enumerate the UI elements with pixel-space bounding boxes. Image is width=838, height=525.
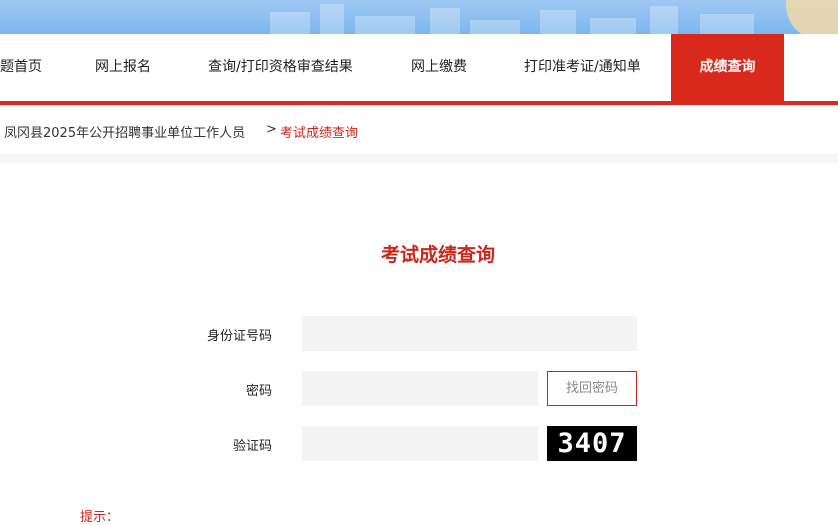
breadcrumb: 凤冈县2025年公开招聘事业单位工作人员 > 考试成绩查询	[0, 105, 838, 154]
nav-item-online-registration[interactable]: 网上报名	[95, 34, 151, 101]
recover-password-button[interactable]: 找回密码	[547, 371, 637, 406]
nav-item-print-admission-ticket[interactable]: 打印准考证/通知单	[524, 34, 641, 101]
nav-item-qualification-results[interactable]: 查询/打印资格审查结果	[208, 34, 353, 101]
header-banner	[0, 0, 838, 34]
breadcrumb-divider	[0, 154, 838, 163]
id-number-input[interactable]	[302, 316, 637, 351]
id-number-label: 身份证号码	[206, 329, 272, 344]
tip-label: 提示：	[80, 510, 120, 525]
nav-item-score-query[interactable]: 成绩查询	[671, 34, 784, 101]
captcha-input[interactable]	[302, 426, 538, 461]
password-label: 密码	[245, 384, 272, 399]
breadcrumb-separator: >	[266, 122, 277, 137]
captcha-label: 验证码	[232, 439, 272, 454]
main-nav: 题首页 网上报名 查询/打印资格审查结果 网上缴费 打印准考证/通知单 成绩查询	[0, 34, 838, 101]
captcha-image[interactable]: 3407	[547, 426, 637, 461]
nav-item-home[interactable]: 题首页	[0, 34, 42, 101]
page-title: 考试成绩查询	[380, 244, 495, 266]
breadcrumb-current: 考试成绩查询	[280, 126, 359, 141]
nav-item-online-payment[interactable]: 网上缴费	[411, 34, 467, 101]
password-input[interactable]	[302, 371, 538, 406]
breadcrumb-parent-link[interactable]: 凤冈县2025年公开招聘事业单位工作人员	[4, 122, 245, 141]
